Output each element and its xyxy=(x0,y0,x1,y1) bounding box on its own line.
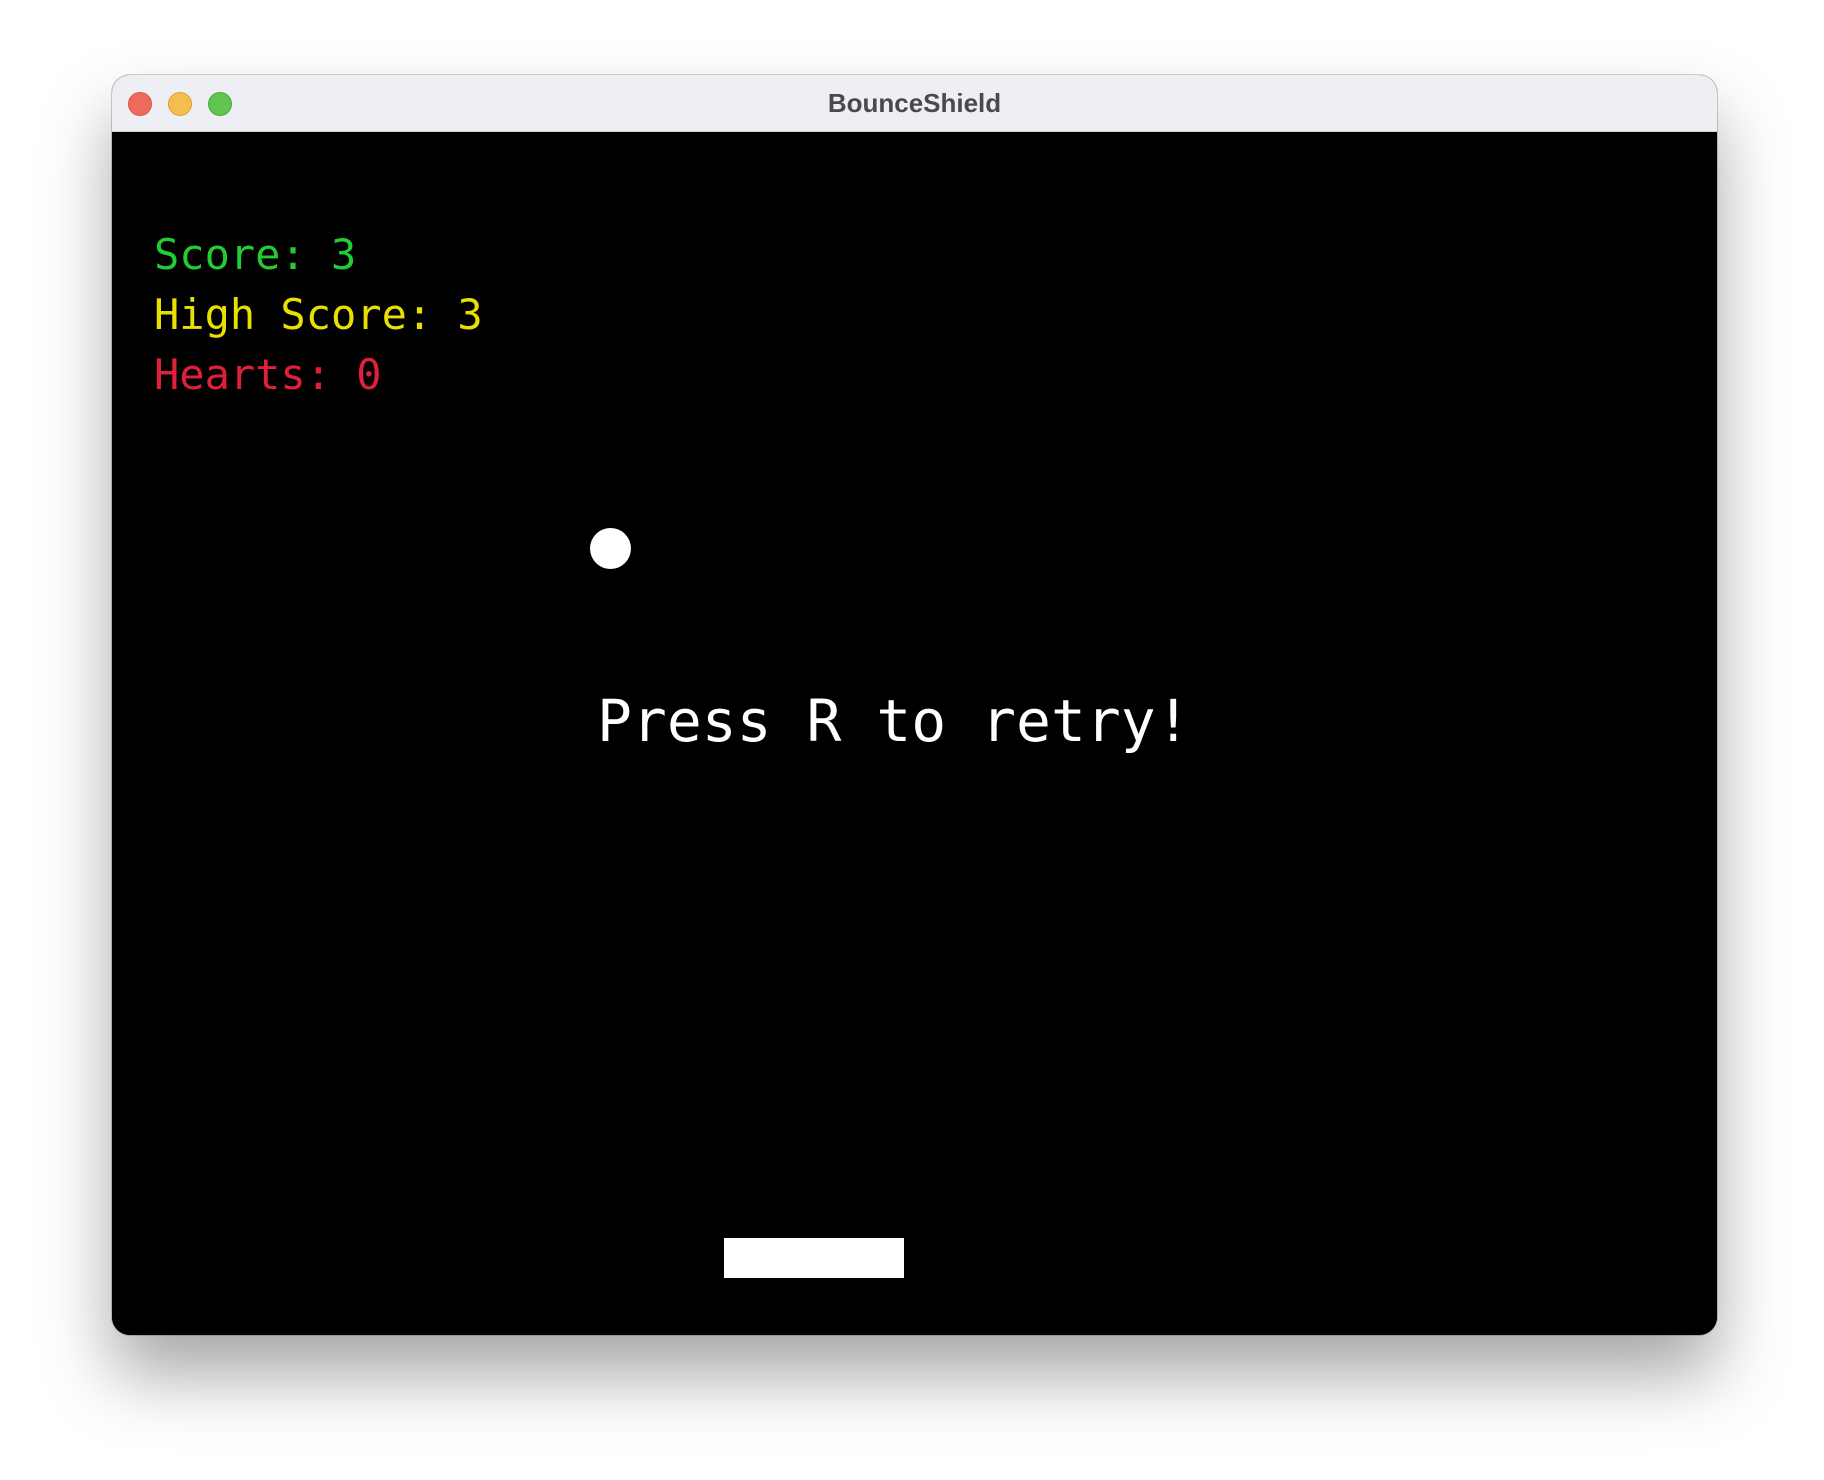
score-label: Score: 3 xyxy=(154,230,357,279)
retry-message: Press R to retry! xyxy=(597,687,1191,755)
high-score-label: High Score: 3 xyxy=(154,290,483,339)
game-canvas[interactable]: Score: 3 High Score: 3 Hearts: 0 Press R… xyxy=(112,132,1717,1335)
hearts-label: Hearts: 0 xyxy=(154,350,382,399)
window-title: BounceShield xyxy=(827,88,1002,118)
paddle xyxy=(724,1238,904,1278)
ball xyxy=(590,528,631,569)
app-window: BounceShield Score: 3 High Score: 3 Hear… xyxy=(112,75,1717,1335)
title-bar[interactable]: BounceShield xyxy=(112,75,1717,132)
